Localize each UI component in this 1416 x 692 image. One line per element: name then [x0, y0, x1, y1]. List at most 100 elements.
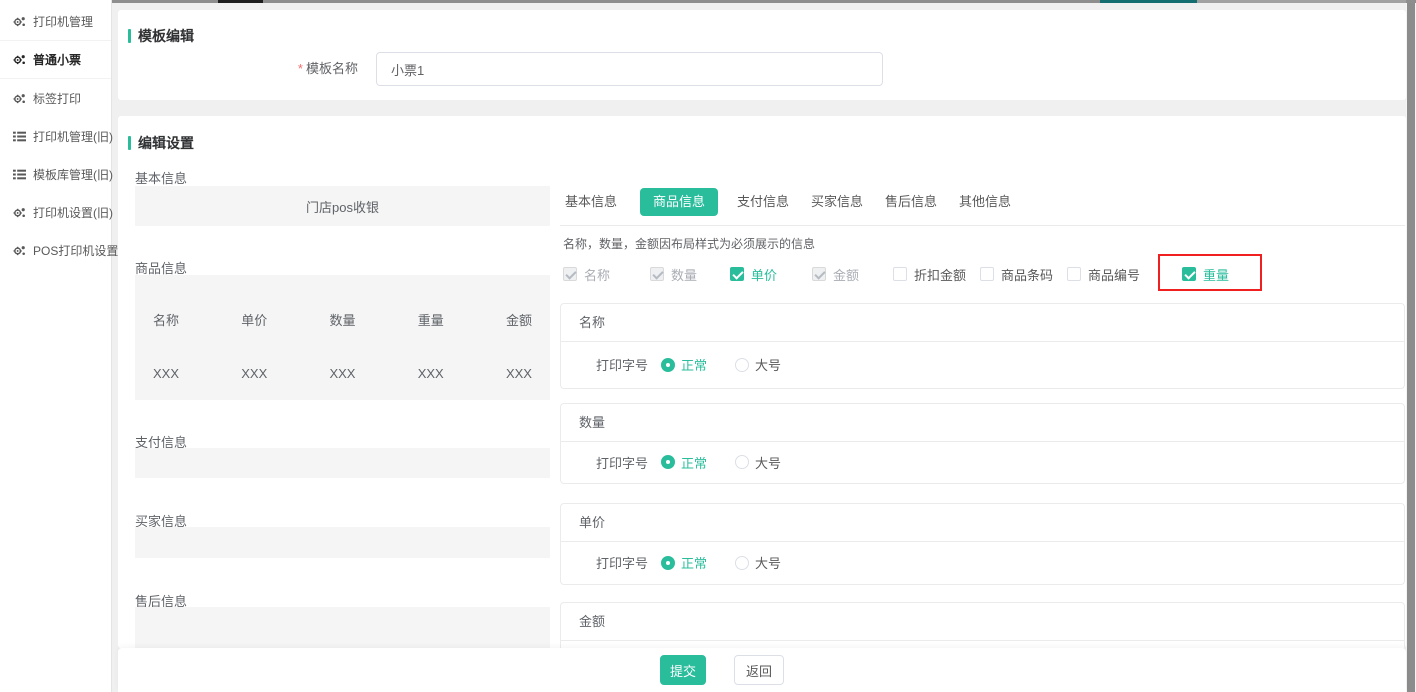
checkbox-discount-amount[interactable]: 折扣金额: [893, 264, 966, 284]
radio-dot-icon: [661, 455, 675, 469]
template-name-label: *模板名称: [118, 52, 358, 86]
template-edit-card: 模板编辑 *模板名称: [118, 10, 1406, 100]
gears-icon: [13, 244, 26, 257]
radio-font-large[interactable]: 大号: [735, 453, 781, 472]
sidebar-item-label: 打印机设置(旧): [33, 204, 113, 221]
sidebar-item-label: 打印机管理(旧): [33, 128, 113, 145]
field-card-title: 金额: [561, 603, 1404, 641]
sidebar-item-normal-receipt[interactable]: 普通小票: [0, 41, 111, 79]
preview-buyer-info-block[interactable]: [135, 527, 550, 558]
tab-other-info[interactable]: 其他信息: [959, 188, 1011, 216]
goods-col-value: XXX: [153, 366, 179, 381]
section-title-text: 模板编辑: [138, 26, 194, 46]
checkbox-weight[interactable]: 重量: [1182, 264, 1229, 284]
preview-goods-info-block[interactable]: 名称 单价 数量 重量 金额 XXX XXX XXX XXX XXX: [135, 275, 550, 400]
checkbox-label: 名称: [584, 265, 610, 284]
checkbox-goods-number[interactable]: 商品编号: [1067, 264, 1140, 284]
checkbox-label: 折扣金额: [914, 265, 966, 284]
receipt-preview-panel: 基本信息 门店pos收银 商品信息 名称 单价 数量 重量 金额 XXX XXX…: [135, 116, 550, 648]
radio-label: 大号: [755, 453, 781, 472]
radio-dot-icon: [661, 556, 675, 570]
field-card-title: 名称: [561, 304, 1404, 342]
gears-icon: [13, 53, 26, 66]
checkbox-label: 重量: [1203, 265, 1229, 284]
checkbox-name[interactable]: 名称: [563, 264, 610, 284]
sidebar-item-label: 普通小票: [33, 51, 81, 68]
sidebar-item-label: 标签打印: [33, 90, 81, 107]
preview-basic-info-block[interactable]: 门店pos收银: [135, 186, 550, 226]
scrollbar[interactable]: [1406, 3, 1416, 692]
field-card-title: 数量: [561, 404, 1404, 442]
radio-label: 大号: [755, 355, 781, 374]
scrollbar-thumb[interactable]: [1407, 3, 1415, 692]
radio-label: 正常: [681, 355, 707, 374]
radio-font-large[interactable]: 大号: [735, 553, 781, 572]
browser-edge-dark-segment: [218, 0, 263, 3]
sidebar-item-label: 模板库管理(旧): [33, 166, 113, 183]
green-bar-accent: [128, 136, 131, 150]
browser-edge-teal-segment: [1100, 0, 1197, 3]
goods-col-value: XXX: [418, 366, 444, 381]
checkbox-icon: [1182, 267, 1196, 281]
required-asterisk: *: [298, 61, 303, 76]
checkbox-unit-price[interactable]: 单价: [730, 264, 777, 284]
radio-dot-icon: [735, 455, 749, 469]
sidebar-item-label: 打印机管理: [33, 13, 93, 30]
checkbox-icon: [980, 267, 994, 281]
gears-icon: [13, 92, 26, 105]
green-bar-accent: [128, 29, 131, 43]
goods-col-header: 数量: [329, 310, 355, 329]
sidebar-item-printer-management[interactable]: 打印机管理: [0, 3, 111, 41]
print-font-size-label: 打印字号: [596, 355, 648, 374]
checkbox-icon: [730, 267, 744, 281]
checkbox-quantity[interactable]: 数量: [650, 264, 697, 284]
sidebar-item-label-print[interactable]: 标签打印: [0, 79, 111, 117]
field-card-body: [561, 641, 1404, 648]
radio-label: 正常: [681, 453, 707, 472]
checkbox-amount[interactable]: 金额: [812, 264, 859, 284]
sidebar-item-printer-settings-old[interactable]: 打印机设置(旧): [0, 193, 111, 231]
radio-dot-icon: [735, 556, 749, 570]
tab-aftersale-info[interactable]: 售后信息: [885, 188, 937, 216]
template-name-input[interactable]: [376, 52, 883, 86]
submit-button[interactable]: 提交: [660, 655, 706, 685]
field-card-unit-price: 单价 打印字号 正常 大号: [560, 503, 1405, 585]
checkbox-icon: [650, 267, 664, 281]
preview-basic-info-label: 基本信息: [135, 168, 187, 187]
radio-font-normal[interactable]: 正常: [661, 553, 707, 572]
goods-col-header: 重量: [418, 310, 444, 329]
preview-aftersale-info-block[interactable]: [135, 607, 550, 648]
receipt-template-editor-screen: 打印机管理 普通小票 标签打印 打印机管理(旧) 模板库管理(旧) 打印机设置(…: [0, 0, 1416, 692]
checkbox-goods-barcode[interactable]: 商品条码: [980, 264, 1053, 284]
goods-col-header: 金额: [506, 310, 532, 329]
checkbox-label: 商品编号: [1088, 265, 1140, 284]
sidebar-item-template-library-old[interactable]: 模板库管理(旧): [0, 155, 111, 193]
tab-buyer-info[interactable]: 买家信息: [811, 188, 863, 216]
checkbox-label: 单价: [751, 265, 777, 284]
tab-pay-info[interactable]: 支付信息: [737, 188, 789, 216]
template-edit-section-title: 模板编辑: [128, 26, 194, 46]
radio-dot-icon: [735, 358, 749, 372]
field-card-title: 单价: [561, 504, 1404, 542]
checkbox-icon: [893, 267, 907, 281]
required-fields-hint: 名称，数量，金额因布局样式为必须展示的信息: [563, 235, 815, 252]
tab-basic-info[interactable]: 基本信息: [565, 188, 617, 216]
back-button[interactable]: 返回: [734, 655, 784, 685]
radio-dot-icon: [661, 358, 675, 372]
browser-edge-strip: [112, 0, 1416, 3]
radio-font-large[interactable]: 大号: [735, 355, 781, 374]
field-card-body: 打印字号 正常 大号: [561, 342, 1404, 387]
list-icon: [13, 168, 26, 181]
radio-font-normal[interactable]: 正常: [661, 355, 707, 374]
goods-col-value: XXX: [329, 366, 355, 381]
field-card-amount: 金额: [560, 602, 1405, 648]
sidebar-item-printer-management-old[interactable]: 打印机管理(旧): [0, 117, 111, 155]
sidebar-item-pos-printer-settings[interactable]: POS打印机设置: [0, 231, 111, 269]
radio-font-normal[interactable]: 正常: [661, 453, 707, 472]
checkbox-icon: [1067, 267, 1081, 281]
print-font-size-label: 打印字号: [596, 453, 648, 472]
tab-goods-info[interactable]: 商品信息: [640, 188, 718, 216]
preview-pay-info-block[interactable]: [135, 448, 550, 478]
list-icon: [13, 130, 26, 143]
radio-label: 正常: [681, 553, 707, 572]
